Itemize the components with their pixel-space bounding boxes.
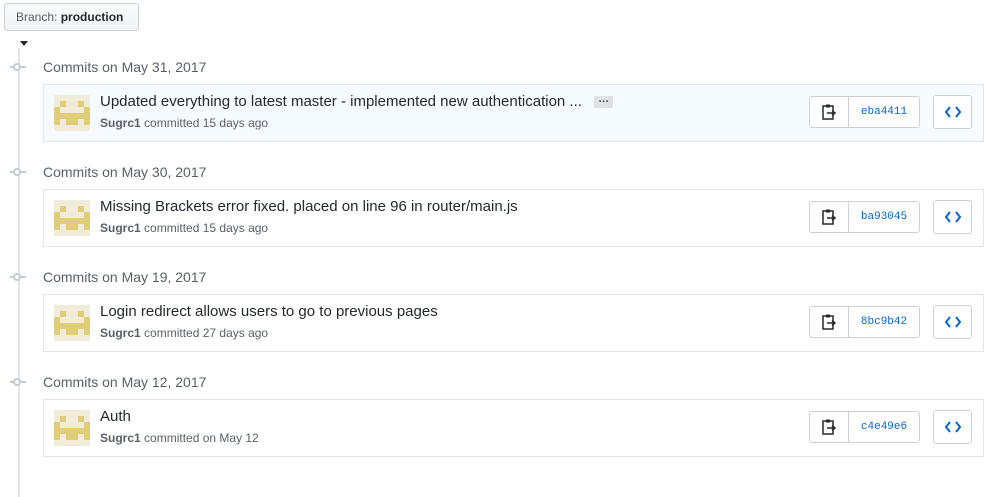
commit-group-header: Commits on May 30, 2017 xyxy=(0,163,991,183)
commit-author[interactable]: Sugrc1 xyxy=(100,326,141,340)
commit-sha-link[interactable]: c4e49e6 xyxy=(849,412,919,442)
commit-sha-link[interactable]: ba93045 xyxy=(849,202,919,232)
commit-message-link[interactable]: Updated everything to latest master - im… xyxy=(100,92,614,112)
copy-sha-button[interactable] xyxy=(810,202,849,232)
commit-meta: Sugrc1 committed 27 days ago xyxy=(100,325,268,341)
code-icon xyxy=(945,211,961,223)
browse-files-button[interactable] xyxy=(933,200,972,234)
clipboard-icon xyxy=(822,104,836,120)
commit-message: Missing Brackets error fixed. placed on … xyxy=(100,198,518,215)
branch-label: Branch: xyxy=(16,10,58,24)
commit-message-link[interactable]: Auth xyxy=(100,407,131,427)
sha-button-group: 8bc9b42 xyxy=(809,306,920,338)
commit-group-header: Commits on May 19, 2017 xyxy=(0,268,991,288)
browse-files-button[interactable] xyxy=(933,95,972,129)
commit-meta: Sugrc1 committed on May 12 xyxy=(100,430,259,446)
caret-down-icon xyxy=(20,41,28,47)
commit-node-icon xyxy=(13,168,21,176)
commit-row: Updated everything to latest master - im… xyxy=(43,84,984,142)
commit-row: Login redirect allows users to go to pre… xyxy=(43,294,984,352)
commit-group-date: Commits on May 12, 2017 xyxy=(43,374,207,390)
browse-files-button[interactable] xyxy=(933,410,972,444)
avatar xyxy=(54,200,90,236)
commit-author[interactable]: Sugrc1 xyxy=(100,221,141,235)
commit-group-date: Commits on May 30, 2017 xyxy=(43,164,207,180)
avatar xyxy=(54,305,90,341)
commit-meta: Sugrc1 committed 15 days ago xyxy=(100,220,268,236)
clipboard-icon xyxy=(822,419,836,435)
avatar xyxy=(54,410,90,446)
commit-message-link[interactable]: Login redirect allows users to go to pre… xyxy=(100,302,438,322)
commit-row: Auth Sugrc1 committed on May 12 c4e49e6 xyxy=(43,399,984,457)
commit-group-date: Commits on May 31, 2017 xyxy=(43,59,207,75)
copy-sha-button[interactable] xyxy=(810,307,849,337)
commit-message: Login redirect allows users to go to pre… xyxy=(100,303,438,320)
sha-button-group: eba4411 xyxy=(809,96,920,128)
commit-time: committed 15 days ago xyxy=(144,221,269,235)
commit-group-header: Commits on May 12, 2017 xyxy=(0,373,991,393)
commit-sha-link[interactable]: eba4411 xyxy=(849,97,919,127)
commit-message: Updated everything to latest master - im… xyxy=(100,93,582,110)
commit-message-link[interactable]: Missing Brackets error fixed. placed on … xyxy=(100,197,518,217)
commit-author[interactable]: Sugrc1 xyxy=(100,116,141,130)
commit-group-header: Commits on May 31, 2017 xyxy=(0,58,991,78)
expand-message-button[interactable]: … xyxy=(594,94,614,109)
commit-sha-link[interactable]: 8bc9b42 xyxy=(849,307,919,337)
branch-select-button[interactable]: Branch: production xyxy=(4,3,139,47)
copy-sha-button[interactable] xyxy=(810,412,849,442)
code-icon xyxy=(945,316,961,328)
code-icon xyxy=(945,421,961,433)
commit-time: committed 15 days ago xyxy=(144,116,269,130)
commit-row: Missing Brackets error fixed. placed on … xyxy=(43,189,984,247)
sha-button-group: ba93045 xyxy=(809,201,920,233)
copy-sha-button[interactable] xyxy=(810,97,849,127)
commit-node-icon xyxy=(13,63,21,71)
commit-group-date: Commits on May 19, 2017 xyxy=(43,269,207,285)
clipboard-icon xyxy=(822,314,836,330)
commit-time: committed on May 12 xyxy=(144,431,259,445)
avatar xyxy=(54,95,90,131)
commit-author[interactable]: Sugrc1 xyxy=(100,431,141,445)
browse-files-button[interactable] xyxy=(933,305,972,339)
clipboard-icon xyxy=(822,209,836,225)
commit-time: committed 27 days ago xyxy=(144,326,269,340)
code-icon xyxy=(945,106,961,118)
sha-button-group: c4e49e6 xyxy=(809,411,920,443)
branch-name: production xyxy=(60,10,124,24)
commit-node-icon xyxy=(13,273,21,281)
commit-message: Auth xyxy=(100,408,131,425)
commit-meta: Sugrc1 committed 15 days ago xyxy=(100,115,268,131)
commit-node-icon xyxy=(13,378,21,386)
